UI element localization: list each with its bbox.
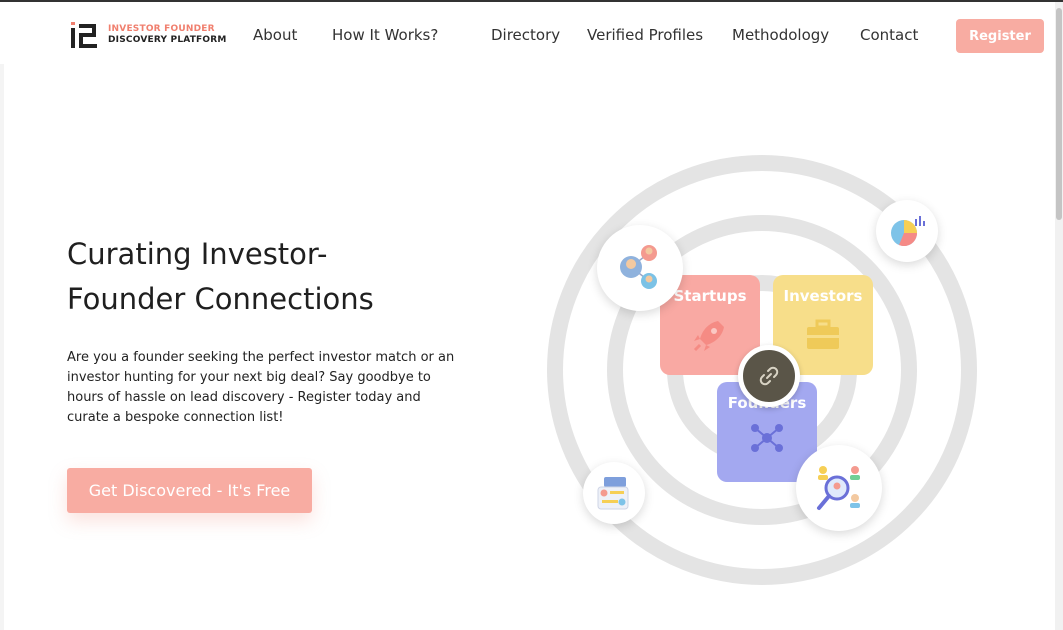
nav-contact[interactable]: Contact [860, 26, 918, 44]
logo-line-1: INVESTOR FOUNDER [108, 24, 215, 34]
network-icon [751, 424, 783, 452]
logo[interactable]: INVESTOR FOUNDER DISCOVERY PLATFORM [70, 20, 227, 50]
scrollbar-track[interactable] [1055, 2, 1063, 630]
people-connection-icon [597, 225, 683, 311]
search-people-icon [796, 445, 882, 531]
rocket-icon [693, 321, 724, 352]
hero-title-line-2: Founder Connections [67, 282, 374, 316]
left-edge [0, 2, 4, 630]
nav-methodology[interactable]: Methodology [732, 26, 829, 44]
get-discovered-button[interactable]: Get Discovered - It's Free [67, 468, 312, 513]
register-button[interactable]: Register [956, 19, 1044, 53]
link-icon [738, 345, 800, 407]
nav-how-it-works[interactable]: How It Works? [332, 26, 438, 44]
logo-text: INVESTOR FOUNDER DISCOVERY PLATFORM [108, 24, 227, 46]
briefcase-icon [807, 319, 839, 349]
connection-illustration: Startups Investors Founders [540, 145, 990, 595]
hero-title-line-1: Curating Investor- [67, 237, 328, 271]
logo-line-2: DISCOVERY PLATFORM [108, 35, 227, 45]
scrollbar-thumb[interactable] [1056, 8, 1062, 220]
profile-card-icon [583, 462, 645, 524]
investors-card-label: Investors [783, 287, 863, 305]
pie-chart-icon [876, 200, 938, 262]
hero-title: Curating Investor- Founder Connections [67, 232, 447, 322]
nav-directory[interactable]: Directory [491, 26, 560, 44]
hero-description: Are you a founder seeking the perfect in… [67, 350, 455, 425]
nav-verified-profiles[interactable]: Verified Profiles [587, 26, 703, 44]
logo-mark-icon [70, 20, 100, 50]
nav-about[interactable]: About [253, 26, 297, 44]
site-header: INVESTOR FOUNDER DISCOVERY PLATFORM Abou… [0, 2, 1055, 64]
